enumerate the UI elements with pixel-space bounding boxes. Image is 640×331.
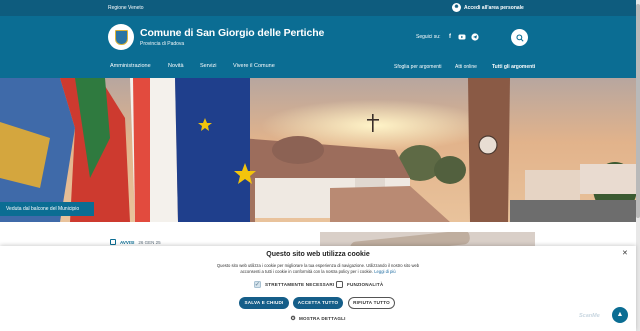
search-button[interactable] [511, 29, 528, 46]
site-title[interactable]: Comune di San Giorgio delle Pertiche [140, 27, 324, 39]
top-bar: Regione Veneto ☻ Accedi all'area persona… [0, 0, 640, 16]
nav-novita[interactable]: Novità [168, 63, 184, 69]
checkmark-icon: ✓ [254, 281, 261, 288]
page: Regione Veneto ☻ Accedi all'area persona… [0, 0, 640, 331]
news-meta: AVVISI 26 GEN 25 [110, 239, 161, 245]
telegram-icon[interactable] [471, 33, 479, 41]
checkbox-empty-icon [336, 281, 343, 288]
checkbox-label: FUNZIONALITÀ [347, 282, 384, 287]
cookie-text: Questo sito web utilizza i cookie per mi… [212, 263, 424, 275]
hero-caption: Veduta dal balcone del Municipio [0, 202, 94, 216]
site-subtitle: Provincia di Padova [140, 41, 185, 47]
nav-vivere-il-comune[interactable]: Vivere il Comune [233, 63, 275, 69]
cookie-read-more-link[interactable]: Leggi di più [374, 269, 395, 274]
social-label: Seguici su: [416, 34, 441, 40]
show-details-link[interactable]: ⚙ MOSTRA DETTAGLI [0, 315, 636, 322]
region-link[interactable]: Regione Veneto [108, 5, 144, 11]
facebook-icon[interactable]: f [446, 33, 454, 41]
login-link[interactable]: ☻ Accedi all'area personale [452, 3, 524, 12]
search-icon [515, 33, 524, 42]
page-scrollbar[interactable] [636, 0, 640, 331]
save-and-close-button[interactable]: SALVA E CHIUDI [239, 297, 289, 309]
scrollbar-thumb[interactable] [636, 4, 640, 218]
municipality-logo[interactable] [108, 24, 134, 50]
reject-all-button[interactable]: RIFIUTA TUTTO [348, 297, 395, 309]
nav-amministrazione[interactable]: Amministrazione [110, 63, 151, 69]
calendar-icon [110, 239, 116, 245]
cookie-provider-logo: ScanMe [579, 313, 600, 319]
nav-sfoglia-argomenti[interactable]: Sfoglia per argomenti [394, 64, 442, 70]
nav-tutti-argomenti[interactable]: Tutti gli argomenti [492, 64, 535, 70]
login-label: Accedi all'area personale [464, 4, 524, 11]
checkbox-functionality[interactable]: FUNZIONALITÀ [336, 281, 383, 288]
checkbox-strictly-necessary[interactable]: ✓ STRETTAMENTE NECESSARI [254, 281, 334, 288]
site-header: Comune di San Giorgio delle Pertiche Pro… [0, 16, 640, 78]
checkbox-label: STRETTAMENTE NECESSARI [265, 282, 335, 287]
user-icon: ☻ [452, 3, 461, 12]
cookie-title: Questo sito web utilizza cookie [266, 251, 370, 258]
accept-all-button[interactable]: ACCETTA TUTTO [293, 297, 343, 309]
show-details-label: MOSTRA DETTAGLI [298, 316, 346, 321]
hero-image [0, 78, 636, 222]
nav-servizi[interactable]: Servizi [200, 63, 217, 69]
crest-icon [114, 29, 128, 45]
accessibility-button[interactable]: ▲ [612, 307, 628, 323]
news-category[interactable]: AVVISI [120, 240, 134, 245]
nav-atti-online[interactable]: Atti online [455, 64, 477, 70]
youtube-icon[interactable] [458, 33, 466, 41]
gear-icon: ⚙ [290, 316, 296, 322]
news-date: 26 GEN 25 [138, 239, 161, 245]
